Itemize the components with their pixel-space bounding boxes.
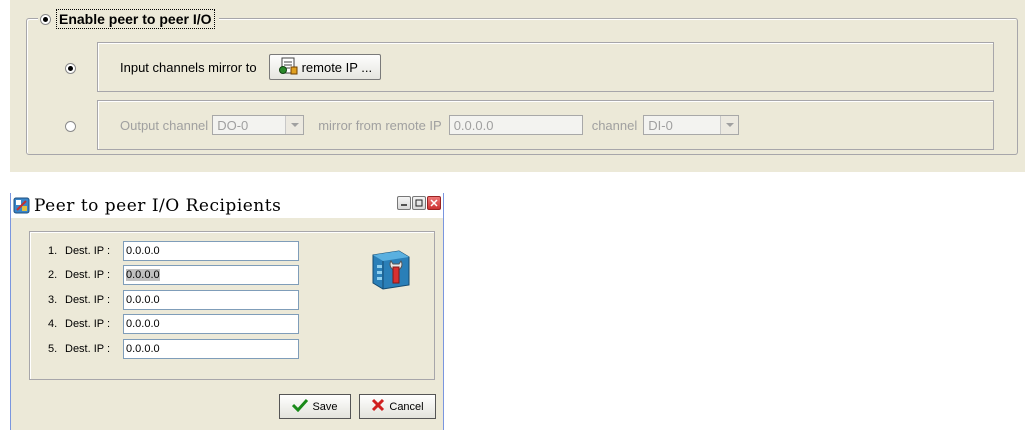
recipient-row: 3. Dest. IP : 0.0.0.0 — [48, 289, 299, 311]
recipient-row: 2. Dest. IP : 0.0.0.0 — [48, 264, 299, 286]
enable-peer-io-radio[interactable] — [40, 13, 51, 25]
input-mirror-label: Input channels mirror to — [120, 59, 257, 75]
dest-ip-label: Dest. IP : — [65, 294, 111, 306]
wrench-tool-icon — [369, 247, 413, 294]
cancel-button[interactable]: Cancel — [359, 394, 436, 419]
close-icon[interactable] — [427, 196, 441, 210]
channel-label: channel — [591, 117, 638, 133]
dialog-title: Peer to peer I/O Recipients — [34, 195, 282, 216]
mirror-from-label: mirror from remote IP — [318, 117, 442, 133]
recipient-row: 5. Dest. IP : 0.0.0.0 — [48, 338, 299, 360]
maximize-icon[interactable] — [412, 196, 426, 210]
cancel-label: Cancel — [389, 400, 424, 413]
recipient-number: 5. — [48, 343, 58, 355]
recipient-number: 4. — [48, 318, 58, 330]
enable-peer-io-option[interactable]: Enable peer to peer I/O — [38, 8, 219, 30]
input-mirror-row: Input channels mirror to remote IP ... — [97, 42, 994, 92]
save-label: Save — [312, 400, 338, 413]
remote-ip-field[interactable]: 0.0.0.0 — [448, 115, 583, 135]
chevron-down-icon[interactable] — [720, 116, 739, 134]
recipients-dialog: Peer to peer I/O Recipients 1. Dest. IP … — [10, 193, 444, 430]
minimize-icon[interactable] — [397, 196, 411, 210]
recipient-row: 4. Dest. IP : 0.0.0.0 — [48, 313, 299, 335]
dialog-titlebar[interactable]: Peer to peer I/O Recipients — [11, 193, 443, 218]
output-channel-label: Output channel — [120, 117, 209, 133]
window-controls — [397, 196, 441, 210]
recipient-number: 3. — [48, 294, 58, 306]
recipient-number: 1. — [48, 245, 58, 257]
remote-ip-button-label: remote IP ... — [301, 59, 373, 75]
dest-ip-label: Dest. IP : — [65, 269, 111, 281]
output-mirror-row: Output channel DO-0 mirror from remote I… — [97, 100, 994, 150]
dest-ip-input-3[interactable]: 0.0.0.0 — [123, 290, 299, 310]
selected-text: 0.0.0.0 — [126, 269, 160, 281]
enable-peer-io-label: Enable peer to peer I/O — [56, 9, 215, 29]
x-icon — [371, 398, 385, 415]
dest-ip-input-5[interactable]: 0.0.0.0 — [123, 339, 299, 359]
dest-ip-input-2[interactable]: 0.0.0.0 — [123, 265, 299, 285]
dest-ip-label: Dest. IP : — [65, 343, 111, 355]
peer-to-peer-panel: Enable peer to peer I/O Input channels m… — [10, 0, 1025, 172]
dest-ip-input-4[interactable]: 0.0.0.0 — [123, 314, 299, 334]
save-button[interactable]: Save — [279, 394, 351, 419]
recipient-row: 1. Dest. IP : 0.0.0.0 — [48, 240, 299, 262]
dest-ip-label: Dest. IP : — [65, 245, 111, 257]
dest-ip-label: Dest. IP : — [65, 318, 111, 330]
remote-ip-button[interactable]: remote IP ... — [268, 54, 382, 80]
app-icon — [13, 197, 30, 214]
recipient-number: 2. — [48, 269, 58, 281]
network-document-icon — [278, 57, 298, 78]
output-channel-value: DO-0 — [217, 117, 249, 133]
checkmark-icon — [292, 398, 309, 415]
output-mirror-radio[interactable] — [65, 121, 76, 132]
output-channel-select[interactable]: DO-0 — [212, 115, 305, 135]
input-channel-select[interactable]: DI-0 — [643, 115, 740, 135]
input-mirror-radio[interactable] — [65, 63, 76, 74]
input-channel-value: DI-0 — [648, 117, 673, 133]
chevron-down-icon[interactable] — [285, 116, 304, 134]
dest-ip-input-1[interactable]: 0.0.0.0 — [123, 241, 299, 261]
